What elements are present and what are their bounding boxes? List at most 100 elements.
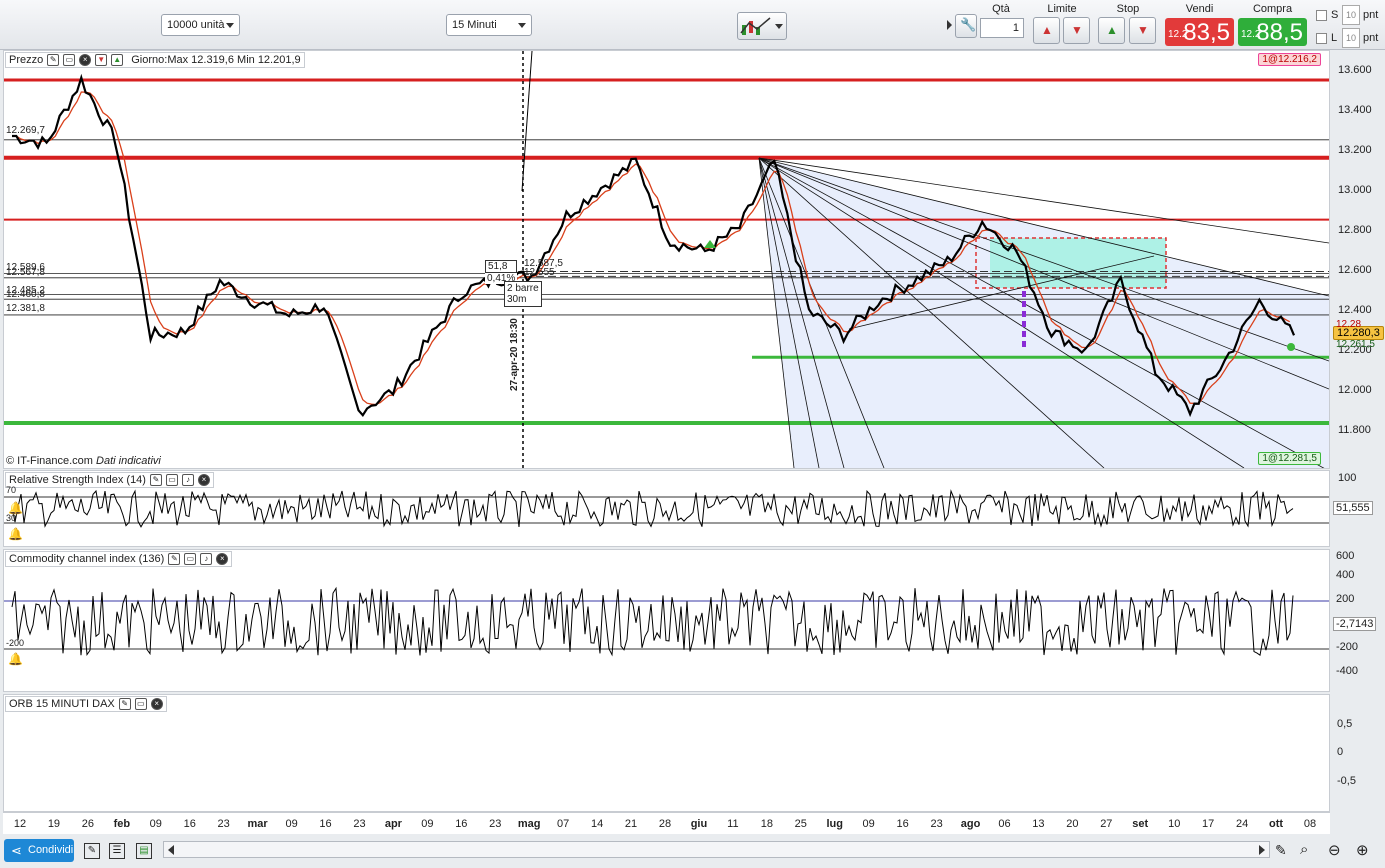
chart-type-button[interactable] — [737, 12, 787, 40]
rsi-panel[interactable]: Relative Strength Index (14) ✎ ▭ ♪ × 70 … — [3, 470, 1330, 547]
bell-icon[interactable]: ♪ — [200, 553, 213, 565]
price-axis-tick: 13.000 — [1338, 184, 1372, 196]
alert-bell-icon[interactable]: 🔔 — [8, 527, 23, 541]
close-icon[interactable]: × — [79, 54, 92, 66]
limit-label: Limite — [1047, 3, 1077, 15]
l-checkbox[interactable] — [1316, 33, 1327, 44]
time-axis-label: mag — [517, 818, 541, 830]
units-select[interactable]: 10000 unità — [161, 14, 240, 36]
chevron-down-icon — [775, 24, 783, 29]
wrench-icon[interactable]: ✎ — [149, 474, 162, 486]
close-icon[interactable]: × — [216, 553, 229, 565]
time-axis-label: 07 — [557, 818, 570, 830]
time-axis-label: 21 — [624, 818, 638, 830]
l-label: L — [1331, 32, 1338, 44]
s-label: S — [1331, 9, 1339, 21]
zoom-in-icon[interactable]: ⊕ — [1356, 841, 1369, 859]
drawing-tools-icon[interactable]: ✎ — [84, 843, 100, 859]
share-button[interactable]: ⋖ Condividi — [4, 839, 74, 862]
rsi-level-high: 70 — [6, 485, 17, 495]
price-axis-tick: 12.600 — [1338, 264, 1372, 276]
close-icon[interactable]: × — [150, 698, 163, 710]
horizontal-scrollbar[interactable] — [163, 841, 1270, 858]
window-icon[interactable]: ▭ — [165, 474, 178, 486]
time-axis-label: 16 — [896, 818, 909, 830]
sell-button[interactable]: 12.2 83,5 — [1165, 18, 1234, 46]
wrench-icon: 🔧 — [960, 17, 977, 32]
share-icon: ⋖ — [11, 843, 22, 858]
time-axis-label: 20 — [1066, 818, 1079, 830]
time-axis-label: 13 — [1032, 818, 1045, 830]
bell-icon[interactable]: ♪ — [181, 474, 194, 486]
timeframe-select[interactable]: 15 Minuti — [446, 14, 532, 36]
arrow-down-icon: ▼ — [1071, 23, 1083, 37]
secondary-price-tag: 12.28 — [1336, 319, 1362, 330]
time-axis-label: 16 — [183, 818, 196, 830]
limit-sell-button[interactable]: ▼ — [1063, 17, 1090, 44]
alert-bell-icon[interactable]: 🔔 — [8, 501, 23, 515]
indicators-icon[interactable]: ▤ — [136, 843, 152, 859]
time-axis-label: 11 — [727, 818, 739, 830]
alert-bell-icon[interactable]: 🔔 — [8, 652, 23, 666]
order-tag-top[interactable]: 1@12.216,2 — [1258, 53, 1321, 66]
s-pnt-unit: pnt — [1363, 9, 1379, 21]
top-toolbar: 10000 unità 15 Minuti 🔧 Qtà 1 Limite ▲ ▼… — [0, 0, 1385, 50]
window-icon[interactable]: ▭ — [134, 698, 147, 710]
l-pnt-input[interactable]: 10 — [1342, 28, 1360, 48]
time-axis-label: 10 — [1168, 818, 1181, 830]
cci-line — [11, 586, 1294, 657]
close-icon[interactable]: × — [197, 474, 210, 486]
arrow-up-icon[interactable]: ▲ — [111, 54, 124, 66]
position-marker — [1287, 343, 1295, 351]
l-pnt-unit: pnt — [1363, 32, 1379, 44]
time-axis-label: apr — [384, 818, 402, 830]
price-axis-tick: 11.800 — [1338, 424, 1371, 436]
qty-input[interactable]: 1 — [980, 18, 1024, 38]
expand-icon[interactable] — [947, 20, 952, 30]
time-axis-label: ott — [1269, 818, 1284, 830]
time-axis-label: 19 — [47, 818, 61, 830]
time-axis-label: 23 — [217, 818, 230, 830]
stop-label: Stop — [1116, 3, 1140, 15]
scroll-right-icon[interactable] — [1259, 845, 1265, 855]
price-chart[interactable] — [4, 51, 1329, 468]
near-label: 12.555 — [524, 267, 555, 278]
cci-panel[interactable]: Commodity channel index (136) ✎ ▭ ♪ × -2… — [3, 549, 1330, 692]
time-axis-label: 23 — [489, 818, 502, 830]
wrench-icon[interactable]: ✎ — [118, 698, 131, 710]
s-checkbox[interactable] — [1316, 10, 1327, 21]
cursor-tool-icon[interactable]: ✎ — [1275, 842, 1287, 859]
wrench-icon[interactable]: ✎ — [168, 553, 181, 565]
time-axis[interactable]: 12 19 26 feb 09 16 23 mar 09 16 23 apr 09 16 23 mag 07 14… — [3, 812, 1330, 834]
time-axis-label: 27 — [1100, 818, 1113, 830]
time-axis-label: 28 — [658, 818, 672, 830]
orb-axis: 0,5 0 -0,5 — [1333, 694, 1383, 812]
measure-bars: 2 barre 30m — [504, 281, 542, 307]
zoom-out-icon[interactable]: ⊖ — [1328, 841, 1341, 859]
price-axis-tick: 12.800 — [1338, 224, 1372, 236]
s-pnt-input[interactable]: 10 — [1342, 5, 1360, 25]
window-icon[interactable]: ▭ — [184, 553, 197, 565]
buy-label: Compra — [1252, 3, 1293, 15]
buy-button[interactable]: 12.2 88,5 — [1238, 18, 1307, 46]
wrench-icon[interactable]: ✎ — [47, 54, 60, 66]
level-label: 12.460,8 — [6, 289, 45, 300]
price-axis-tick: 12.000 — [1338, 384, 1372, 396]
orb-panel[interactable]: ORB 15 MINUTI DAX ✎ ▭ × — [3, 694, 1330, 812]
price-axis-tick: 13.400 — [1338, 104, 1372, 116]
window-icon[interactable]: ▭ — [63, 54, 76, 66]
zoom-fit-icon[interactable]: ⌕ — [1300, 841, 1308, 858]
scroll-left-icon[interactable] — [168, 845, 174, 855]
time-axis-label: 24 — [1235, 818, 1249, 830]
limit-buy-button[interactable]: ▲ — [1033, 17, 1060, 44]
qty-label: Qtà — [992, 3, 1010, 15]
rsi-axis-tick: 100 — [1338, 472, 1357, 484]
stop-buy-button[interactable]: ▲ — [1098, 17, 1125, 44]
order-tag-bottom[interactable]: 1@12.281,5 — [1258, 452, 1321, 465]
list-icon[interactable]: ☰ — [109, 843, 125, 859]
arrow-down-icon[interactable]: ▼ — [95, 54, 108, 66]
price-panel[interactable]: Prezzo ✎ ▭ × ▼ ▲ Giorno:Max 12.319,6 Min… — [3, 50, 1330, 469]
settings-button[interactable]: 🔧 — [955, 14, 977, 38]
stop-sell-button[interactable]: ▼ — [1129, 17, 1156, 44]
chart-icon — [740, 17, 771, 35]
